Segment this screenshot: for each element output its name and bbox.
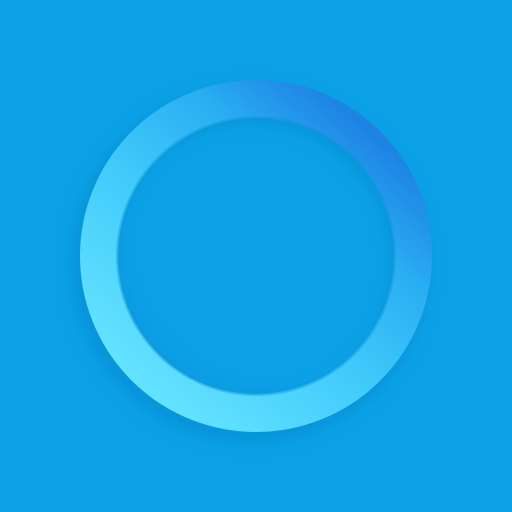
circle-ring-icon <box>0 0 512 512</box>
ring-graphic <box>70 80 432 444</box>
ring-inner-shade <box>117 117 395 395</box>
app-icon-canvas <box>0 0 512 512</box>
